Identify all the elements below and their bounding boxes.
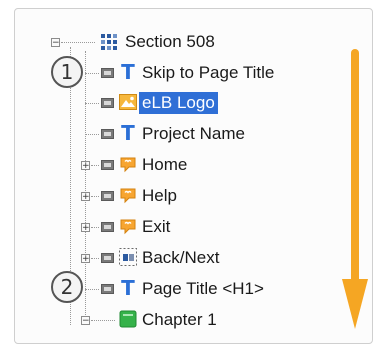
node-box-icon xyxy=(101,98,114,108)
tree-item-elb-logo[interactable]: eLB Logo xyxy=(15,90,372,118)
node-box-icon xyxy=(101,160,114,170)
tree-panel: − Section 508 T Skip to Page Title eLB L… xyxy=(14,8,373,344)
tree-item-project-name[interactable]: T Project Name xyxy=(15,121,372,149)
annotation-badge-1: 1 xyxy=(51,56,83,88)
tree-item-label: Home xyxy=(142,155,188,174)
speech-bubble-icon xyxy=(119,186,137,204)
tree-item-label: Back/Next xyxy=(142,248,220,267)
tree-connector xyxy=(85,134,99,135)
tree-connector xyxy=(85,103,99,104)
tree-connector xyxy=(85,289,99,290)
expand-toggle[interactable]: + xyxy=(81,254,90,264)
tree-connector xyxy=(91,227,99,228)
node-box-icon xyxy=(101,284,114,294)
image-icon xyxy=(119,94,137,112)
tree-item-home[interactable]: + Home xyxy=(15,152,372,180)
node-box-icon xyxy=(101,129,114,139)
node-box-icon xyxy=(101,222,114,232)
back-next-icon xyxy=(119,248,137,266)
tree-item-label: Page Title <H1> xyxy=(142,279,264,298)
tree-item-label: Project Name xyxy=(142,124,245,143)
tree-connector xyxy=(85,73,99,74)
tree-connector xyxy=(91,258,99,259)
speech-bubble-icon xyxy=(119,155,137,173)
expand-toggle[interactable]: + xyxy=(81,161,90,171)
tree-item-help[interactable]: + Help xyxy=(15,183,372,211)
tree-item-chapter-1[interactable]: − Chapter 1 xyxy=(15,307,372,335)
tree-connector xyxy=(91,165,99,166)
tree-item-label: Section 508 xyxy=(125,32,215,51)
tree-item-label: eLB Logo xyxy=(139,92,218,114)
tree-connector xyxy=(61,42,95,43)
collapse-toggle[interactable]: − xyxy=(51,38,60,48)
annotation-badge-2: 2 xyxy=(51,271,83,303)
node-box-icon xyxy=(101,68,114,78)
text-t-icon: T xyxy=(121,121,135,145)
tree-item-label: Skip to Page Title xyxy=(142,63,275,82)
tree-item-label: Exit xyxy=(142,217,171,236)
tree-item-back-next[interactable]: + Back/Next xyxy=(15,245,372,273)
expand-toggle[interactable]: + xyxy=(81,192,90,202)
text-t-icon: T xyxy=(121,60,135,84)
tree-connector xyxy=(91,320,115,321)
tree-item-label: Help xyxy=(142,186,177,205)
collapse-toggle[interactable]: − xyxy=(81,316,90,326)
tree-item-exit[interactable]: + Exit xyxy=(15,214,372,242)
tree-item-label: Chapter 1 xyxy=(142,310,217,329)
chapter-icon xyxy=(119,310,137,328)
tree-connector xyxy=(91,196,99,197)
speech-bubble-icon xyxy=(119,217,137,235)
scroll-direction-arrow-icon xyxy=(342,49,368,329)
text-t-icon: T xyxy=(121,276,135,300)
section-grid-icon xyxy=(100,33,118,51)
expand-toggle[interactable]: + xyxy=(81,223,90,233)
tree-root-row[interactable]: − Section 508 xyxy=(15,29,372,57)
node-box-icon xyxy=(101,191,114,201)
node-box-icon xyxy=(101,253,114,263)
